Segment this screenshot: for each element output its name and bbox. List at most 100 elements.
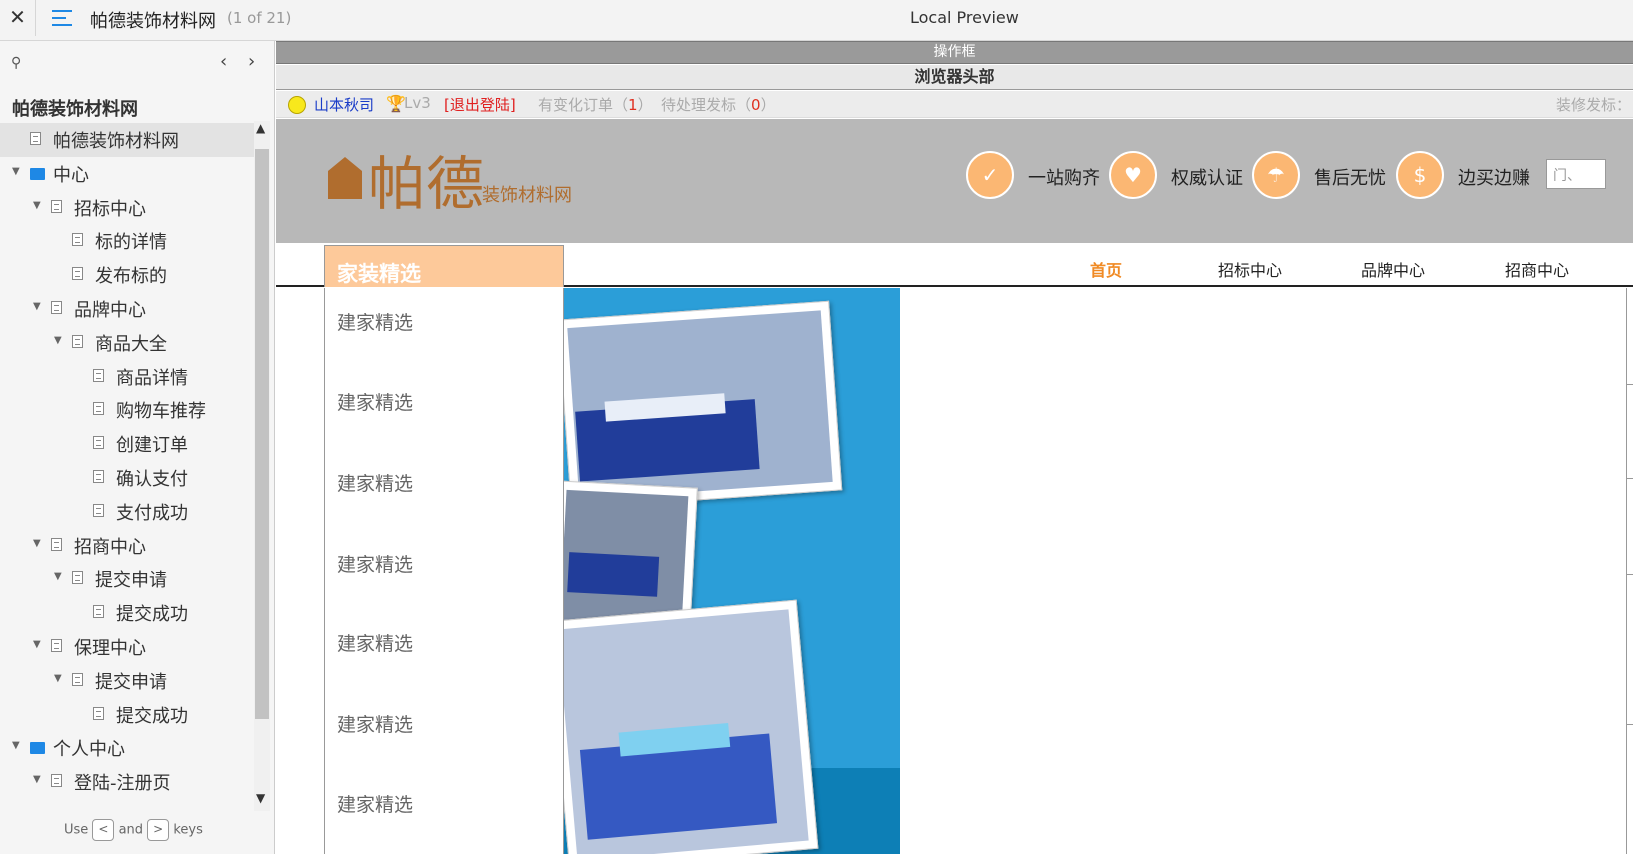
page-tree: 帕德装饰材料网 ▼ 中心 ▼ 招标中心标的详情发布标的 ▼ 品牌中心 ▼ 商品大全 商品详情购物车…	[0, 123, 254, 799]
logo-sub-text: 装饰材料网	[482, 185, 572, 206]
keys-hint-use: Use	[64, 822, 89, 838]
page-icon	[30, 132, 41, 145]
nav-bidding-center[interactable]: 招标中心	[1218, 257, 1282, 281]
tree-item[interactable]: 商品详情	[0, 360, 254, 394]
bedroom-photo-3	[564, 599, 819, 854]
tree-item[interactable]: 标的详情	[0, 224, 254, 258]
browser-header-label: 浏览器头部	[276, 65, 1633, 90]
tree-item[interactable]: 支付成功	[0, 495, 254, 529]
bedroom-photo-1	[564, 300, 843, 510]
category-item[interactable]: 建家精选	[337, 469, 413, 496]
nav-brand-center[interactable]: 品牌中心	[1361, 257, 1425, 281]
tree-item[interactable]: ▼ 中心	[0, 157, 254, 191]
scroll-up-icon[interactable]: ▲	[256, 121, 265, 135]
expand-arrow-icon[interactable]: ▼	[33, 639, 41, 650]
tree-item-label: 提交成功	[116, 604, 188, 626]
page-icon	[72, 672, 83, 686]
expand-arrow-icon[interactable]: ▼	[54, 335, 62, 346]
tree-item[interactable]: 确认支付	[0, 461, 254, 495]
tree-item-label: 个人中心	[53, 739, 125, 761]
tree-item-label: 支付成功	[116, 502, 188, 524]
sidebar: ⚲ ‹ › 帕德装饰材料网 帕德装饰材料网 ▼ 中心 ▼ 招标中心标的详情发布标的 ▼ 品牌…	[0, 41, 275, 854]
preview-label: Local Preview	[910, 8, 1019, 27]
expand-arrow-icon[interactable]: ▼	[33, 301, 41, 312]
scroll-down-icon[interactable]: ▼	[256, 791, 265, 805]
logout-link[interactable]: [退出登陆]	[444, 94, 516, 115]
tree-item-label: 标的详情	[95, 232, 167, 254]
tree-item[interactable]: 购物车推荐	[0, 393, 254, 427]
category-item[interactable]: 建家精选	[337, 790, 413, 817]
tree-item[interactable]: ▼ 提交申请	[0, 664, 254, 698]
main-nav: 家装精选 首页 招标中心 品牌中心 招商中心	[276, 243, 1633, 287]
sidebar-scroll-thumb[interactable]	[255, 149, 269, 719]
user-name-link[interactable]: 山本秋司	[314, 94, 374, 115]
tree-item[interactable]: ▼ 保理中心	[0, 630, 254, 664]
tree-item[interactable]: 提交成功	[0, 596, 254, 630]
expand-arrow-icon[interactable]: ▼	[12, 740, 20, 751]
search-icon[interactable]: ⚲	[11, 55, 21, 71]
page-icon	[93, 706, 104, 720]
category-item[interactable]: 建家精选	[337, 550, 413, 577]
project-title: 帕德装饰材料网	[90, 11, 216, 32]
category-item[interactable]: 建家精选	[337, 629, 413, 656]
pending-bids-link[interactable]: 待处理发标（0）	[661, 94, 776, 115]
tree-item-label: 招标中心	[74, 198, 146, 220]
prev-key-icon: <	[92, 819, 115, 841]
expand-arrow-icon[interactable]: ▼	[54, 571, 62, 582]
changed-orders-label: 有变化订单（	[538, 96, 629, 114]
feature-label: 一站购齐	[1028, 168, 1100, 189]
folder-icon	[30, 742, 45, 755]
expand-arrow-icon[interactable]: ▼	[33, 200, 41, 211]
site-header: 帕德 装饰材料网 ✓ 一站购齐 ♥ 权威认证 ☂ 售后无忧 $ 边买边赚 门、	[276, 119, 1633, 243]
category-item[interactable]: 建家精选	[337, 710, 413, 737]
renovation-bid-label: 装修发标：	[1556, 96, 1632, 114]
tree-item[interactable]: 帕德装饰材料网	[0, 123, 254, 157]
close-icon[interactable]: ✕	[0, 0, 36, 36]
tree-item[interactable]: 创建订单	[0, 427, 254, 461]
tree-item[interactable]: ▼ 登陆-注册页	[0, 765, 254, 799]
category-tab[interactable]: 家装精选	[324, 245, 564, 287]
category-item[interactable]: 建家精选	[337, 388, 413, 415]
tree-item[interactable]: 提交成功	[0, 698, 254, 732]
expand-arrow-icon[interactable]: ▼	[33, 538, 41, 549]
changed-orders-close: ）	[637, 96, 653, 114]
nav-home[interactable]: 首页	[1090, 257, 1122, 281]
site-search-input[interactable]: 门、	[1546, 159, 1606, 189]
sidebar-heading: 帕德装饰材料网	[12, 99, 138, 120]
tree-item-label: 购物车推荐	[116, 401, 206, 423]
prev-page-icon[interactable]: ‹	[220, 51, 227, 72]
tree-item[interactable]: ▼ 招商中心	[0, 529, 254, 563]
expand-arrow-icon[interactable]: ▼	[54, 673, 62, 684]
user-status-icon	[288, 96, 306, 114]
promo-banner-image[interactable]	[564, 288, 900, 854]
next-page-icon[interactable]: ›	[248, 51, 255, 72]
tree-item[interactable]: ▼ 个人中心	[0, 731, 254, 765]
keys-hint-keys: keys	[173, 822, 203, 838]
pending-bids-count: 0	[751, 96, 761, 114]
tree-item[interactable]: 发布标的	[0, 258, 254, 292]
category-item[interactable]: 建家精选	[337, 308, 413, 335]
changed-orders-link[interactable]: 有变化订单（1）	[538, 94, 653, 115]
pending-bids-close: ）	[760, 96, 776, 114]
nav-merchant-center[interactable]: 招商中心	[1505, 257, 1569, 281]
logo-main-text[interactable]: 帕德	[368, 137, 484, 221]
category-list: 建家精选 建家精选 建家精选 建家精选 建家精选 建家精选 建家精选	[324, 288, 564, 854]
expand-arrow-icon[interactable]: ▼	[33, 774, 41, 785]
tree-item-label: 确认支付	[116, 468, 188, 490]
tree-item-label: 招商中心	[74, 536, 146, 558]
feature-label: 边买边赚	[1458, 168, 1530, 189]
right-edge-panel	[1626, 288, 1633, 854]
tree-item[interactable]: ▼ 提交申请	[0, 562, 254, 596]
tree-item-label: 中心	[53, 164, 89, 186]
user-bar: 山本秋司 🏆 Lv3 [退出登陆] 有变化订单（1） 待处理发标（0） 装修发标…	[276, 91, 1633, 118]
hamburger-menu-icon[interactable]	[52, 8, 74, 28]
checkmark-icon: ✓	[966, 151, 1014, 199]
tree-item[interactable]: ▼ 品牌中心	[0, 292, 254, 326]
page-icon	[93, 436, 104, 450]
tree-item[interactable]: ▼ 商品大全	[0, 326, 254, 360]
tree-item-label: 发布标的	[95, 266, 167, 288]
tree-item[interactable]: ▼ 招标中心	[0, 191, 254, 225]
house-logo-icon	[328, 157, 362, 199]
expand-arrow-icon[interactable]: ▼	[12, 166, 20, 177]
page-icon	[93, 503, 104, 517]
